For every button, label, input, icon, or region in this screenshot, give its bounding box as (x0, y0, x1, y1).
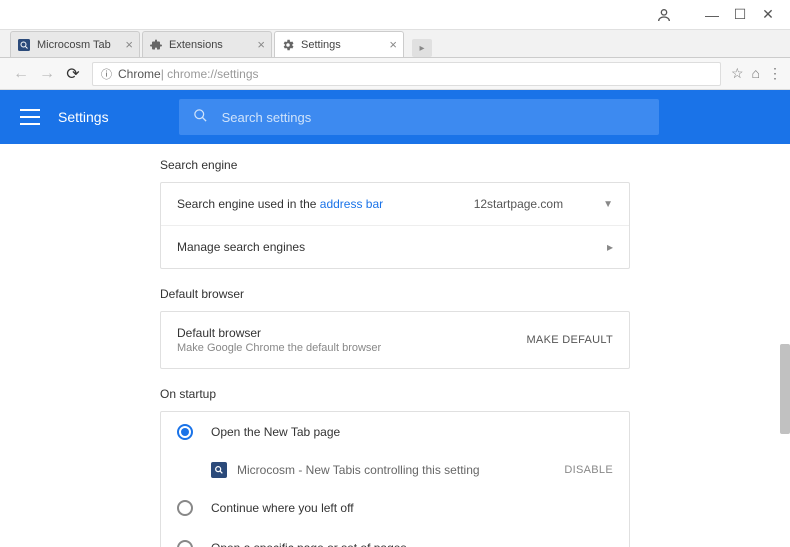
default-browser-row: Default browser Make Google Chrome the d… (161, 312, 629, 368)
tab-label: Microcosm Tab (37, 39, 111, 51)
tab-settings[interactable]: Settings × (274, 31, 404, 57)
section-default-browser-title: Default browser (160, 287, 790, 301)
tab-extensions[interactable]: Extensions × (142, 31, 272, 57)
extension-suffix: is controlling this setting (352, 463, 479, 477)
close-tab-icon[interactable]: × (257, 37, 265, 52)
new-tab-button[interactable]: ▸ (412, 39, 432, 57)
window-titlebar: — ☐ ✕ (0, 0, 790, 30)
radio-selected[interactable] (177, 424, 193, 440)
option-label: Open the New Tab page (211, 425, 340, 439)
hamburger-icon[interactable] (20, 109, 40, 125)
manage-search-engines-row[interactable]: Manage search engines ▸ (161, 226, 629, 268)
home-icon[interactable]: ⌂ (752, 65, 760, 82)
radio-unselected[interactable] (177, 540, 193, 547)
extension-controlling-row: Microcosm - New Tab is controlling this … (161, 452, 629, 488)
disable-button[interactable]: DISABLE (564, 464, 613, 476)
search-engine-row[interactable]: Search engine used in the address bar 12… (161, 183, 629, 226)
forward-button[interactable]: → (34, 61, 60, 87)
chevron-down-icon: ▼ (603, 199, 613, 210)
search-engine-card: Search engine used in the address bar 12… (160, 182, 630, 269)
dropdown-value: 12startpage.com (474, 197, 563, 211)
back-button[interactable]: ← (8, 61, 34, 87)
startup-option-specific[interactable]: Open a specific page or set of pages (161, 528, 629, 547)
reload-button[interactable]: ⟳ (60, 61, 86, 87)
puzzle-icon (149, 38, 163, 52)
make-default-button[interactable]: MAKE DEFAULT (526, 334, 613, 346)
on-startup-card: Open the New Tab page Microcosm - New Ta… (160, 411, 630, 547)
row-text: Search engine used in the address bar (177, 197, 383, 211)
settings-search[interactable] (179, 99, 659, 135)
scrollbar-thumb[interactable] (780, 344, 790, 434)
url-bar: ← → ⟳ ⓘ Chrome | chrome://settings ☆ ⌂ ⋮ (0, 58, 790, 90)
tab-microcosm[interactable]: Microcosm Tab × (10, 31, 140, 57)
default-browser-card: Default browser Make Google Chrome the d… (160, 311, 630, 369)
url-path: | chrome://settings (161, 67, 259, 81)
info-icon: ⓘ (101, 66, 112, 82)
maximize-button[interactable]: ☐ (726, 1, 754, 29)
close-window-button[interactable]: ✕ (754, 1, 782, 29)
url-protocol: Chrome (118, 67, 161, 81)
extension-icon (211, 462, 227, 478)
row-subtitle: Make Google Chrome the default browser (177, 342, 381, 354)
settings-content: Search engine Search engine used in the … (0, 144, 790, 547)
row-text: Manage search engines (177, 240, 305, 254)
chevron-right-icon: ▸ (607, 240, 613, 254)
option-label: Continue where you left off (211, 501, 354, 515)
extension-name-link[interactable]: Microcosm - New Tab (237, 463, 352, 477)
address-bar-link[interactable]: address bar (320, 197, 383, 211)
tab-label: Extensions (169, 39, 223, 51)
page-title: Settings (58, 109, 109, 125)
section-on-startup-title: On startup (160, 387, 790, 401)
settings-header: Settings (0, 90, 790, 144)
row-title: Default browser (177, 326, 381, 340)
gear-icon (281, 38, 295, 52)
option-label: Open a specific page or set of pages (211, 541, 406, 547)
search-engine-dropdown[interactable]: 12startpage.com ▼ (474, 197, 613, 211)
search-icon (193, 108, 208, 127)
tab-strip: Microcosm Tab × Extensions × Settings × … (0, 30, 790, 58)
search-icon (17, 38, 31, 52)
startup-option-newtab[interactable]: Open the New Tab page (161, 412, 629, 452)
radio-unselected[interactable] (177, 500, 193, 516)
close-tab-icon[interactable]: × (389, 37, 397, 52)
account-icon[interactable] (650, 1, 678, 29)
minimize-button[interactable]: — (698, 1, 726, 29)
close-tab-icon[interactable]: × (125, 37, 133, 52)
address-input[interactable]: ⓘ Chrome | chrome://settings (92, 62, 721, 86)
startup-option-continue[interactable]: Continue where you left off (161, 488, 629, 528)
bookmark-icon[interactable]: ☆ (731, 65, 744, 82)
tab-label: Settings (301, 39, 341, 51)
menu-icon[interactable]: ⋮ (768, 65, 782, 82)
section-search-engine-title: Search engine (160, 158, 790, 172)
search-input[interactable] (222, 110, 645, 125)
